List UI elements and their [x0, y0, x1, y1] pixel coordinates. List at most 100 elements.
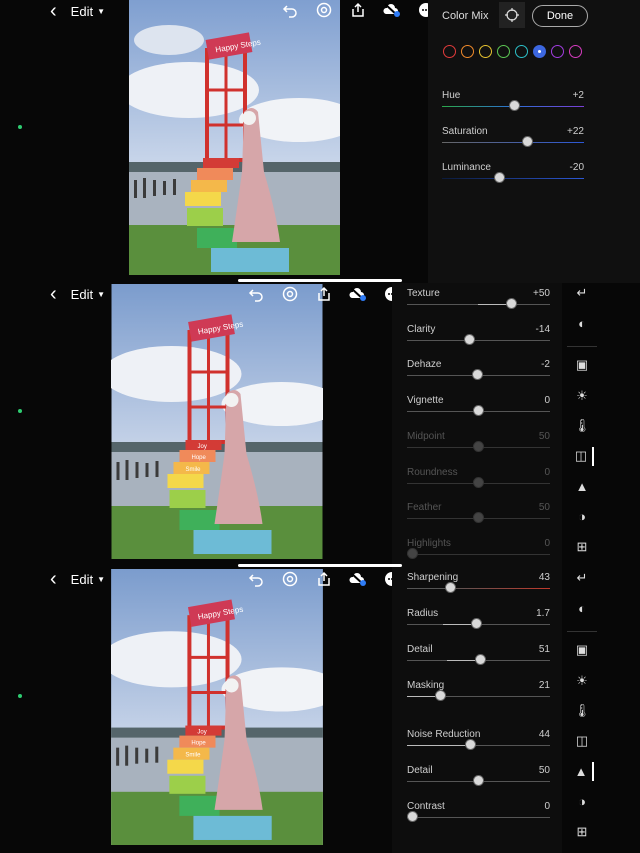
- swatch-orange[interactable]: [461, 45, 474, 58]
- selective-icon[interactable]: ◐: [571, 598, 593, 617]
- slider-thumb: [473, 477, 484, 488]
- step-label: Joy: [198, 444, 207, 450]
- slider-thumb[interactable]: [494, 172, 505, 183]
- slider-thumb[interactable]: [506, 298, 517, 309]
- cloud-sync-icon[interactable]: [348, 569, 368, 589]
- slider-track[interactable]: [442, 142, 584, 143]
- slider-label: Feather: [407, 502, 442, 513]
- photo-toolbar: [280, 0, 436, 20]
- presets-icon[interactable]: ↵: [571, 283, 593, 302]
- slider-dehaze[interactable]: Dehaze -2: [407, 359, 550, 393]
- target-adjust-button[interactable]: [499, 2, 525, 28]
- undo-icon[interactable]: [280, 0, 300, 20]
- auto-enhance-icon[interactable]: ▣: [571, 356, 593, 375]
- geometry-icon[interactable]: ⊞: [571, 823, 593, 842]
- status-dot: [18, 409, 22, 413]
- swatch-magenta[interactable]: [569, 45, 582, 58]
- color-thermometer-icon[interactable]: 🌡: [571, 701, 593, 720]
- effects-icon[interactable]: ◫: [571, 732, 593, 751]
- slider-thumb[interactable]: [473, 405, 484, 416]
- back-chevron-icon[interactable]: ‹: [50, 1, 57, 21]
- slider-value: -14: [535, 324, 550, 335]
- swatch-yellow[interactable]: [479, 45, 492, 58]
- slider-masking[interactable]: Masking 21: [407, 680, 550, 714]
- slider-thumb: [473, 441, 484, 452]
- history-icon[interactable]: [314, 0, 334, 20]
- slider-thumb[interactable]: [472, 369, 483, 380]
- effects-icon[interactable]: ◫: [570, 446, 594, 466]
- back-chevron-icon[interactable]: ‹: [50, 284, 57, 304]
- slider-thumb[interactable]: [407, 811, 418, 822]
- presets-icon[interactable]: ↵: [571, 568, 593, 587]
- auto-enhance-icon[interactable]: ▣: [571, 641, 593, 660]
- slider-thumb[interactable]: [522, 136, 533, 147]
- slider-detail[interactable]: Detail 51: [407, 644, 550, 678]
- slider-sharpening[interactable]: Sharpening 43: [407, 572, 550, 606]
- status-dot: [18, 125, 22, 129]
- slider-track[interactable]: [407, 340, 550, 341]
- step-label: Hope: [192, 455, 207, 461]
- slider-noise-detail[interactable]: Detail 50: [407, 765, 550, 799]
- slider-thumb[interactable]: [445, 582, 456, 593]
- edit-menu[interactable]: Edit ▼: [71, 4, 105, 19]
- undo-icon[interactable]: [246, 284, 266, 304]
- slider-thumb[interactable]: [473, 775, 484, 786]
- share-icon[interactable]: [314, 569, 334, 589]
- slider-vignette[interactable]: Vignette 0: [407, 395, 550, 429]
- caret-down-icon: ▼: [97, 289, 105, 299]
- slider-value: +50: [533, 288, 550, 299]
- color-thermometer-icon[interactable]: 🌡: [571, 416, 593, 435]
- history-icon[interactable]: [280, 569, 300, 589]
- slider-texture[interactable]: Texture +50: [407, 288, 550, 322]
- swatch-purple[interactable]: [551, 45, 564, 58]
- slider-track[interactable]: [407, 588, 550, 589]
- edit-menu[interactable]: Edit ▼: [71, 572, 105, 587]
- step-label: Smile: [185, 753, 201, 759]
- slider-radius[interactable]: Radius 1.7: [407, 608, 550, 642]
- edit-menu[interactable]: Edit ▼: [71, 287, 105, 302]
- undo-icon[interactable]: [246, 569, 266, 589]
- detail-triangle-icon[interactable]: ▲: [570, 761, 594, 782]
- optics-icon[interactable]: ◑: [571, 792, 593, 811]
- detail-sliders: Sharpening 43 Radius 1.7 Detail 51 Maski…: [407, 572, 550, 853]
- slider-label: Midpoint: [407, 431, 445, 442]
- slider-track[interactable]: [407, 817, 550, 818]
- swatch-aqua[interactable]: [515, 45, 528, 58]
- slider-contrast[interactable]: Contrast 0: [407, 801, 550, 835]
- slider-luminance[interactable]: Luminance -20: [442, 162, 584, 196]
- detail-triangle-icon[interactable]: ▲: [571, 477, 593, 496]
- slider-thumb[interactable]: [475, 654, 486, 665]
- slider-thumb[interactable]: [465, 739, 476, 750]
- optics-icon[interactable]: ◑: [571, 507, 593, 526]
- slider-thumb[interactable]: [464, 334, 475, 345]
- swatch-green[interactable]: [497, 45, 510, 58]
- edit-label: Edit: [70, 571, 94, 587]
- slider-thumb[interactable]: [471, 618, 482, 629]
- slider-label: Texture: [407, 288, 440, 299]
- light-icon[interactable]: ☀: [571, 671, 593, 690]
- cloud-sync-icon[interactable]: [382, 0, 402, 20]
- geometry-icon[interactable]: ⊞: [571, 538, 593, 557]
- slider-thumb[interactable]: [509, 100, 520, 111]
- selective-icon[interactable]: ◐: [571, 313, 593, 332]
- slider-noise-reduction[interactable]: Noise Reduction 44: [407, 729, 550, 763]
- slider-clarity[interactable]: Clarity -14: [407, 324, 550, 358]
- photo-preview: Happy Steps Joy Hope Smile: [111, 284, 323, 559]
- slider-thumb[interactable]: [435, 690, 446, 701]
- share-icon[interactable]: [314, 284, 334, 304]
- share-icon[interactable]: [348, 0, 368, 20]
- slider-track[interactable]: [442, 178, 584, 179]
- slider-hue[interactable]: Hue +2: [442, 90, 584, 124]
- swatch-blue[interactable]: [533, 45, 546, 58]
- done-button[interactable]: Done: [532, 5, 588, 27]
- effects-sliders: Texture +50 Clarity -14 Dehaze -2 Vignet…: [407, 288, 550, 568]
- slider-label: Vignette: [407, 395, 444, 406]
- light-icon[interactable]: ☀: [571, 386, 593, 405]
- slider-value: 51: [538, 644, 550, 655]
- back-chevron-icon[interactable]: ‹: [50, 569, 57, 589]
- swatch-red[interactable]: [443, 45, 456, 58]
- cloud-sync-icon[interactable]: [348, 284, 368, 304]
- slider-thumb: [407, 548, 418, 559]
- slider-saturation[interactable]: Saturation +22: [442, 126, 584, 160]
- history-icon[interactable]: [280, 284, 300, 304]
